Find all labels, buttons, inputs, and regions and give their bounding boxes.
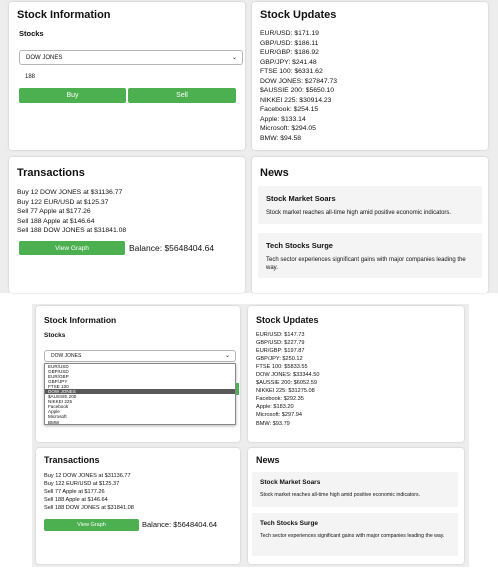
transaction-line: Sell 77 Apple at $177.26 bbox=[17, 208, 91, 215]
stock-update-line: EUR/GBP: $197.87 bbox=[256, 348, 305, 355]
stock-select-value: DOW JONES bbox=[51, 353, 82, 359]
stock-dropdown-list: EUR/USD GBP/USD EUR/GBP GBP/JPY FTSE 100… bbox=[44, 363, 236, 425]
news-item-title: Tech Stocks Surge bbox=[260, 520, 319, 527]
sell-button[interactable]: Sell bbox=[128, 88, 236, 103]
screenshot-bottom: Stock Information Stocks DOW JONES ⌄ Sto… bbox=[32, 304, 469, 567]
balance-text: Balance: $5648404.64 bbox=[142, 520, 218, 529]
transaction-line: Buy 12 DOW JONES at $31136.77 bbox=[44, 473, 131, 479]
stock-update-line: BMW: $93.79 bbox=[256, 420, 290, 427]
transactions-title: Transactions bbox=[17, 167, 85, 179]
stock-updates-list: EUR/USD: $147.73 GBP/USD: $227.79 EUR/GB… bbox=[256, 331, 319, 428]
screenshot-top: Stock Information Stocks DOW JONES ⌄ 188… bbox=[0, 0, 498, 293]
view-graph-button[interactable]: View Graph bbox=[19, 241, 125, 255]
stock-select[interactable]: DOW JONES ⌄ bbox=[19, 50, 243, 65]
stock-update-line: DOW JONES: $27847.73 bbox=[260, 77, 338, 85]
stock-information-title: Stock Information bbox=[44, 315, 117, 325]
stock-update-line: EUR/GBP: $186.92 bbox=[260, 49, 319, 57]
stock-information-title: Stock Information bbox=[17, 9, 111, 21]
stock-update-line: NIKKEI 225: $31275.08 bbox=[256, 388, 315, 395]
stock-updates-title: Stock Updates bbox=[260, 9, 337, 21]
stock-update-line: Apple: $133.14 bbox=[260, 115, 306, 123]
chevron-down-icon: ⌄ bbox=[224, 353, 230, 359]
stock-updates-title: Stock Updates bbox=[256, 315, 319, 325]
stock-select[interactable]: DOW JONES ⌄ bbox=[44, 350, 236, 362]
stock-update-line: Apple: $183.20 bbox=[256, 404, 294, 411]
news-item: Tech Stocks Surge Tech sector experience… bbox=[258, 233, 482, 278]
stock-update-line: FTSE 100: $5833.55 bbox=[256, 364, 308, 371]
stock-update-line: NIKKEI 225: $30914.23 bbox=[260, 96, 332, 104]
stock-update-line: GBP/JPY: $241.48 bbox=[260, 58, 317, 66]
news-item-title: Stock Market Soars bbox=[260, 479, 321, 486]
news-title: News bbox=[256, 455, 280, 465]
stock-updates-card: Stock Updates EUR/USD: $171.19 GBP/USD: … bbox=[252, 2, 488, 150]
news-card: News Stock Market Soars Stock market rea… bbox=[248, 448, 464, 564]
transaction-line: Buy 122 EUR/USD at $125.37 bbox=[17, 198, 109, 206]
balance-text: Balance: $5648404.64 bbox=[129, 243, 215, 253]
stock-select-value: DOW JONES bbox=[26, 54, 63, 61]
stock-update-line: Facebook: $254.15 bbox=[260, 106, 319, 114]
buy-button[interactable]: Buy bbox=[19, 88, 126, 103]
transactions-list: Buy 12 DOW JONES at $31136.77 Buy 122 EU… bbox=[17, 188, 126, 236]
stock-update-line: GBP/USD: $186.11 bbox=[260, 39, 319, 47]
transactions-list: Buy 12 DOW JONES at $31136.77 Buy 122 EU… bbox=[44, 472, 134, 512]
transaction-line: Sell 188 DOW JONES at $31841.08 bbox=[17, 227, 127, 234]
transaction-line: Sell 188 DOW JONES at $31841.08 bbox=[44, 505, 134, 512]
stock-updates-list: EUR/USD: $171.19 GBP/USD: $186.11 EUR/GB… bbox=[260, 29, 337, 144]
stock-update-line: Microsoft: $294.05 bbox=[260, 125, 316, 133]
stocks-label: Stocks bbox=[19, 29, 44, 38]
stock-update-line: GBP/JPY: $250.12 bbox=[256, 356, 303, 363]
stocks-label: Stocks bbox=[44, 332, 66, 339]
stock-update-line: DOW JONES: $33344.50 bbox=[256, 372, 320, 379]
transaction-line: Buy 12 DOW JONES at $31136.77 bbox=[17, 189, 123, 196]
chevron-down-icon: ⌄ bbox=[231, 54, 237, 61]
stock-updates-card: Stock Updates EUR/USD: $147.73 GBP/USD: … bbox=[248, 306, 464, 442]
news-item: Stock Market Soars Stock market reaches … bbox=[258, 186, 482, 224]
transactions-title: Transactions bbox=[44, 455, 100, 465]
transactions-card: Transactions Buy 12 DOW JONES at $31136.… bbox=[9, 157, 245, 293]
transactions-card: Transactions Buy 12 DOW JONES at $31136.… bbox=[36, 448, 240, 564]
news-item: Stock Market Soars Stock market reaches … bbox=[252, 472, 458, 507]
stock-update-line: GBP/USD: $227.79 bbox=[256, 340, 305, 347]
news-item-text: Stock market reaches all-time high amid … bbox=[260, 492, 421, 498]
dropdown-option[interactable]: BMW bbox=[45, 420, 235, 425]
transaction-line: Sell 188 Apple at $146.64 bbox=[44, 497, 108, 504]
stock-update-line: $AUSSIE 200: $6052.59 bbox=[256, 380, 317, 387]
transaction-line: Buy 122 EUR/USD at $125.37 bbox=[44, 481, 120, 488]
news-item-text: Tech sector experiences significant gain… bbox=[260, 533, 445, 539]
stock-update-line: EUR/USD: $147.73 bbox=[256, 332, 305, 338]
stock-update-line: Microsoft: $297.94 bbox=[256, 412, 303, 419]
news-card: News Stock Market Soars Stock market rea… bbox=[252, 157, 488, 293]
stock-information-card: Stock Information Stocks DOW JONES ⌄ 188… bbox=[9, 2, 245, 150]
quantity-input[interactable]: 188 bbox=[25, 74, 35, 80]
news-item: Tech Stocks Surge Tech sector experience… bbox=[252, 513, 458, 556]
transaction-line: Sell 77 Apple at $177.26 bbox=[44, 489, 105, 496]
news-item-title: Stock Market Soars bbox=[266, 194, 336, 203]
news-item-text: Stock market reaches all-time high amid … bbox=[266, 210, 452, 216]
stock-update-line: BMW: $94.58 bbox=[260, 135, 302, 143]
stock-update-line: $AUSSIE 200: $5650.10 bbox=[260, 87, 335, 95]
stock-update-line: Facebook: $292.35 bbox=[256, 396, 304, 403]
transaction-line: Sell 188 Apple at $146.64 bbox=[17, 217, 95, 225]
view-graph-button[interactable]: View Graph bbox=[44, 519, 139, 531]
buy-button-edge bbox=[236, 383, 239, 395]
news-item-text: Tech sector experiences significant gain… bbox=[266, 257, 466, 271]
news-title: News bbox=[260, 167, 289, 179]
stock-update-line: FTSE 100: $6331.62 bbox=[260, 68, 323, 76]
stock-update-line: EUR/USD: $171.19 bbox=[260, 30, 319, 37]
news-item-title: Tech Stocks Surge bbox=[266, 241, 333, 250]
